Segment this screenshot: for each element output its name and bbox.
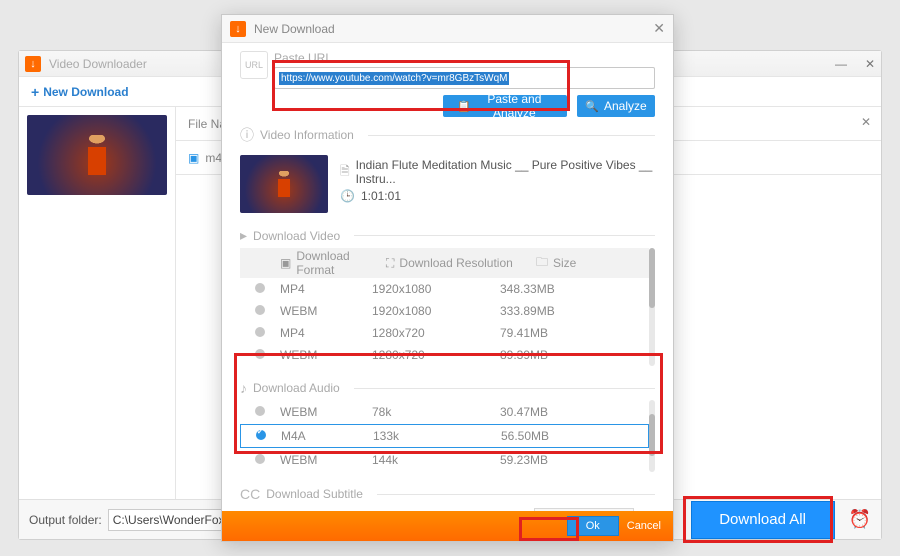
format-icon: ▣ [188, 151, 199, 165]
dialog-close-icon[interactable]: ✕ [653, 20, 665, 37]
document-icon: 🗎 [340, 162, 350, 183]
audio-format-row[interactable]: WEBM144k59.23MB [240, 448, 649, 472]
paste-url-label: Paste URL [274, 51, 332, 65]
video-format-row[interactable]: MP41280x72079.41MB [240, 322, 649, 344]
app-logo-icon: ↓ [25, 56, 41, 72]
subtitle-icon: CC [240, 486, 260, 502]
dialog-titlebar[interactable]: ↓ New Download ✕ [222, 15, 673, 43]
audio-scrollbar[interactable] [649, 400, 655, 472]
app-title: Video Downloader [49, 57, 147, 71]
video-format-row[interactable]: WEBM1280x72089.39MB [240, 344, 649, 366]
close-icon[interactable]: ✕ [865, 57, 875, 71]
download-subtitle-label: Download Subtitle [266, 487, 363, 501]
video-title: Indian Flute Meditation Music __ Pure Po… [356, 158, 655, 186]
video-table-header: ▣Download Format ⛶Download Resolution 🗀S… [240, 248, 649, 278]
new-download-button[interactable]: + New Download [31, 84, 129, 100]
analyze-button[interactable]: 🔍Analyze [577, 95, 655, 117]
clock-icon: 🕒 [340, 189, 355, 203]
ok-button[interactable]: Ok [567, 516, 619, 536]
dialog-logo-icon: ↓ [230, 21, 246, 37]
video-icon: ▸ [240, 227, 247, 244]
url-value: https://www.youtube.com/watch?v=mr8GBzTs… [279, 72, 509, 85]
output-folder-label: Output folder: [29, 513, 102, 527]
info-thumbnail [240, 155, 328, 213]
download-all-button[interactable]: Download All [691, 501, 835, 539]
video-thumbnail[interactable] [27, 115, 167, 195]
new-download-dialog: ↓ New Download ✕ URL Paste URL https://w… [221, 14, 674, 542]
video-info-label: Video Information [260, 128, 354, 142]
video-format-row[interactable]: MP41920x1080348.33MB [240, 278, 649, 300]
resolution-header-icon: ⛶ [386, 256, 394, 271]
dialog-title: New Download [254, 22, 335, 36]
audio-icon: ♪ [240, 380, 247, 396]
size-header-icon: 🗀 [536, 253, 548, 274]
dialog-footer: Ok Cancel [222, 511, 673, 541]
minimize-icon[interactable]: — [835, 57, 847, 71]
close-item-icon[interactable]: ✕ [861, 115, 871, 129]
search-icon: 🔍 [585, 100, 599, 113]
paste-analyze-button[interactable]: 📋Paste and Analyze [443, 95, 567, 117]
info-icon: ⓘ [240, 125, 254, 145]
url-icon: URL [240, 51, 268, 79]
url-input[interactable]: https://www.youtube.com/watch?v=mr8GBzTs… [274, 67, 655, 89]
scheduler-icon[interactable]: ⏰ [849, 509, 871, 530]
download-audio-label: Download Audio [253, 381, 340, 395]
paste-icon: 📋 [457, 100, 471, 113]
audio-format-row[interactable]: WEBM78k30.47MB [240, 400, 649, 424]
format-header-icon: ▣ [280, 256, 291, 270]
video-format-row[interactable]: WEBM1920x1080333.89MB [240, 300, 649, 322]
video-duration: 1:01:01 [361, 189, 401, 203]
download-video-label: Download Video [253, 229, 340, 243]
audio-format-row[interactable]: M4A133k56.50MB [240, 424, 649, 448]
cancel-button[interactable]: Cancel [627, 520, 661, 532]
video-scrollbar[interactable] [649, 248, 655, 366]
plus-icon: + [31, 84, 39, 100]
